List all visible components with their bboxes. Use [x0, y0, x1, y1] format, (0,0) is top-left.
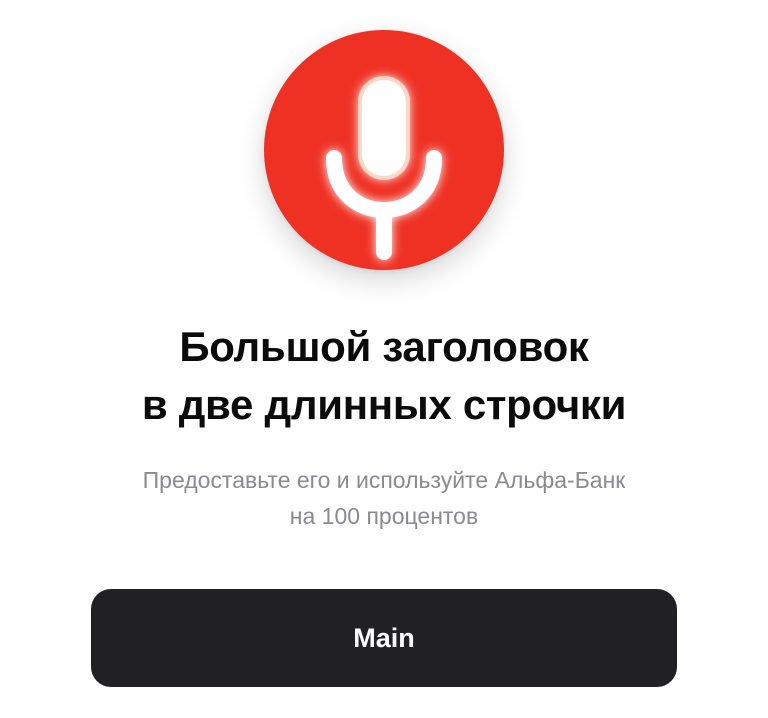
- page-subtitle: Предоставьте его и используйте Альфа-Бан…: [0, 462, 768, 534]
- microphone-icon: [326, 76, 442, 260]
- subtitle-line-1: Предоставьте его и используйте Альфа-Бан…: [142, 467, 626, 493]
- title-line-2: в две длинных строчки: [141, 381, 627, 428]
- title-line-1: Большой заголовок: [179, 323, 589, 370]
- main-button[interactable]: Main: [91, 589, 677, 687]
- page-title: Большой заголовок в две длинных строчки: [0, 318, 768, 434]
- subtitle-line-2: на 100 процентов: [289, 503, 479, 529]
- microphone-badge: [264, 30, 504, 270]
